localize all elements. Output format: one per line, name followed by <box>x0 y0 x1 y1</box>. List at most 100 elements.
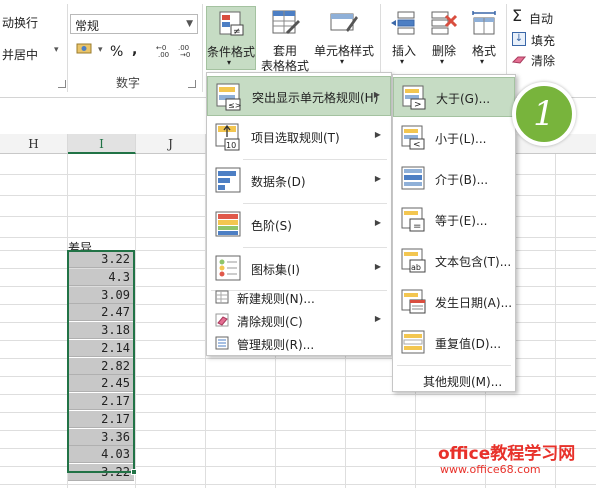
number-format-select[interactable]: 常规 ▼ <box>70 14 198 34</box>
data-cell[interactable]: 2.82 <box>68 357 134 375</box>
menu-separator <box>243 247 387 248</box>
submenu-item-between[interactable]: 介于(B)... <box>393 159 515 199</box>
currency-dropdown-icon[interactable]: ▾ <box>98 45 103 55</box>
menu-item-icon-sets[interactable]: 图标集(I) ▶ <box>207 249 391 289</box>
menu-item-label: 图标集(I) <box>251 263 300 277</box>
data-cell[interactable]: 2.17 <box>68 410 134 428</box>
cell-style-button[interactable]: 单元格样式 ▾ <box>312 6 376 70</box>
menu-item-label: 突出显示单元格规则(H) <box>252 91 379 105</box>
menu-item-highlight-cells[interactable]: ≤> 突出显示单元格规则(H) ▶ <box>207 76 391 116</box>
watermark-title: office教程学习网 <box>438 444 576 464</box>
fill-button[interactable]: 填充 <box>531 32 555 49</box>
menu-item-label: 数据条(D) <box>251 175 306 189</box>
step-number-badge: 1 <box>512 82 576 146</box>
submenu-arrow-icon: ▶ <box>373 90 380 99</box>
format-cells-icon <box>472 11 496 35</box>
svg-text:<: < <box>413 140 421 150</box>
autosum-button[interactable]: 自动 <box>529 10 553 27</box>
data-cell[interactable]: 4.3 <box>68 268 134 286</box>
decrease-decimal-icon[interactable]: .00 →0 <box>178 42 196 59</box>
conditional-format-button[interactable]: ≠ 条件格式 ▾ <box>206 6 256 70</box>
data-cell[interactable]: 3.09 <box>68 286 134 304</box>
wrap-text-button[interactable]: 动换行 <box>2 14 38 31</box>
column-header-h[interactable]: H <box>0 134 68 154</box>
submenu-item-label: 其他规则(M)... <box>423 375 503 389</box>
increase-decimal-icon[interactable]: ←0.00 <box>156 42 174 59</box>
eraser-icon[interactable] <box>511 54 527 64</box>
color-scales-icon <box>215 211 241 237</box>
table-format-button[interactable]: 套用 表格格式 <box>260 6 310 73</box>
currency-format-icon[interactable] <box>76 42 96 56</box>
submenu-item-more-rules[interactable]: 其他规则(M)... <box>393 369 515 391</box>
number-format-value: 常规 <box>75 19 100 33</box>
format-button[interactable]: 格式 ▾ <box>466 6 502 70</box>
calendar-icon <box>401 289 426 314</box>
menu-item-top-bottom-rules[interactable]: 10 项目选取规则(T) ▶ <box>207 117 391 157</box>
fill-down-icon[interactable]: ↓ <box>512 32 526 46</box>
submenu-item-text-contains[interactable]: ab 文本包含(T)... <box>393 241 515 281</box>
menu-item-data-bars[interactable]: 数据条(D) ▶ <box>207 161 391 201</box>
table-format-icon <box>272 10 300 34</box>
data-cell[interactable]: 3.22 <box>68 251 134 268</box>
svg-text:≠: ≠ <box>233 27 241 37</box>
data-cell[interactable]: 2.14 <box>68 339 134 357</box>
submenu-arrow-icon: ▶ <box>374 130 381 139</box>
data-cell[interactable]: 2.45 <box>68 375 134 393</box>
menu-separator <box>243 203 387 204</box>
data-cell[interactable]: 2.47 <box>68 304 134 322</box>
fill-handle[interactable] <box>131 469 137 475</box>
menu-item-label: 新建规则(N)... <box>237 292 315 306</box>
menu-item-color-scales[interactable]: 色阶(S) ▶ <box>207 205 391 245</box>
greater-than-icon: > <box>402 85 426 110</box>
submenu-item-label: 发生日期(A)... <box>435 296 513 310</box>
chevron-down-icon: ▼ <box>186 19 193 29</box>
new-rule-icon <box>215 290 229 304</box>
chevron-down-icon: ▾ <box>227 58 232 67</box>
submenu-arrow-icon: ▶ <box>374 174 381 183</box>
column-header-j[interactable]: J <box>136 134 206 154</box>
submenu-arrow-icon: ▶ <box>374 218 381 227</box>
number-dialog-launcher-icon[interactable] <box>188 80 196 88</box>
percent-button[interactable]: % <box>110 44 123 60</box>
data-cell[interactable]: 3.36 <box>68 428 134 446</box>
duplicate-values-icon <box>401 330 425 354</box>
submenu-item-equal-to[interactable]: = 等于(E)... <box>393 200 515 240</box>
menu-item-label: 清除规则(C) <box>237 315 303 329</box>
chevron-down-icon: ▾ <box>480 57 485 66</box>
data-cell[interactable]: 2.17 <box>68 393 134 410</box>
column-header-i[interactable]: I <box>68 134 136 154</box>
number-group-label: 数字 <box>116 76 141 90</box>
menu-item-new-rule[interactable]: 新建规则(N)... <box>207 286 391 308</box>
data-cell[interactable]: 3.22 <box>68 464 134 481</box>
submenu-item-date-occurring[interactable]: 发生日期(A)... <box>393 282 515 322</box>
insert-cells-icon <box>391 11 415 35</box>
chevron-down-icon: ▾ <box>440 57 445 66</box>
submenu-item-label: 等于(E)... <box>435 214 488 228</box>
submenu-item-less-than[interactable]: < 小于(L)... <box>393 118 515 158</box>
merge-dropdown-arrow-icon[interactable]: ▾ <box>54 45 59 55</box>
data-bars-icon <box>215 167 241 193</box>
submenu-item-duplicate-values[interactable]: 重复值(D)... <box>393 323 515 363</box>
submenu-arrow-icon: ▶ <box>374 314 381 323</box>
highlight-cells-icon: ≤> <box>216 83 241 111</box>
group-separator <box>202 4 203 92</box>
submenu-item-greater-than[interactable]: > 大于(G)... <box>393 77 515 117</box>
data-cell[interactable]: 3.18 <box>68 322 134 339</box>
watermark-url: www.office68.com <box>440 463 541 476</box>
svg-text:>: > <box>414 100 422 110</box>
submenu-item-label: 大于(G)... <box>436 92 491 106</box>
sigma-icon[interactable]: Σ <box>512 6 522 25</box>
menu-item-clear-rules[interactable]: 清除规则(C) ▶ <box>207 309 391 331</box>
svg-text:≤>: ≤> <box>228 101 241 110</box>
comma-style-button[interactable]: , <box>132 42 137 58</box>
insert-button[interactable]: 插入 ▾ <box>386 6 422 70</box>
data-cell[interactable]: 4.03 <box>68 446 134 464</box>
merge-center-button[interactable]: 并居中 <box>2 46 38 63</box>
delete-button[interactable]: 删除 ▾ <box>426 6 462 70</box>
text-contains-icon: ab <box>401 248 426 273</box>
clear-button[interactable]: 清除 <box>531 52 555 69</box>
svg-text:=: = <box>413 221 421 232</box>
chevron-down-icon: ▾ <box>340 57 345 66</box>
menu-item-manage-rules[interactable]: 管理规则(R)... <box>207 332 391 354</box>
alignment-dialog-launcher-icon[interactable] <box>58 80 66 88</box>
